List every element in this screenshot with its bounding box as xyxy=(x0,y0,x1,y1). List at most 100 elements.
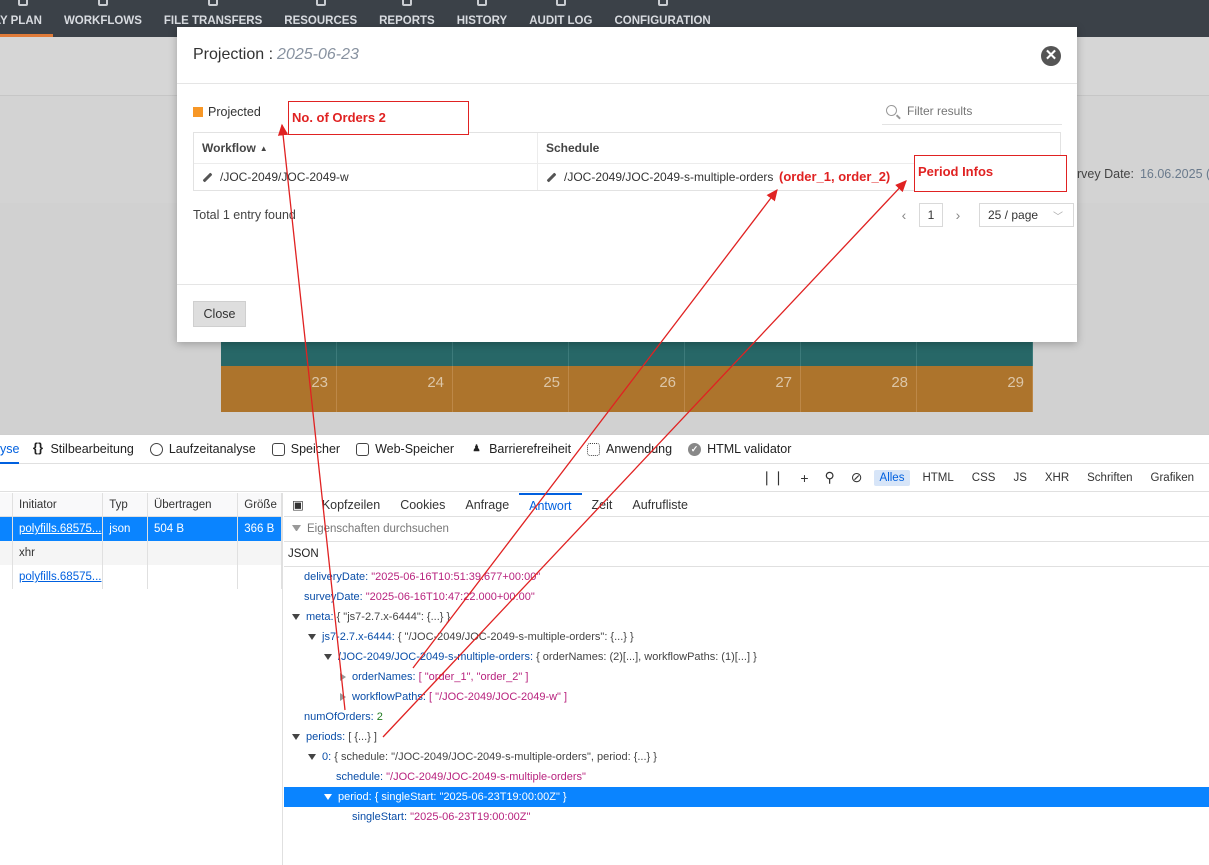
json-line[interactable]: workflowPaths: [ "/JOC-2049/JOC-2049-w" … xyxy=(284,687,1209,707)
filter-css[interactable]: CSS xyxy=(966,470,1002,486)
chevron-down-icon: ﹀ xyxy=(1053,211,1063,223)
column-size[interactable]: Größe xyxy=(238,493,282,516)
tab-network[interactable]: yse xyxy=(0,435,20,464)
tab-cookies[interactable]: Cookies xyxy=(390,493,455,517)
response-tabs: ▣ Kopfzeilen Cookies Anfrage Antwort Zei… xyxy=(284,492,1209,517)
plus-icon[interactable]: + xyxy=(800,470,808,486)
table-row[interactable]: polyfills.68575... json 504 B 366 B xyxy=(0,517,282,541)
annotation-period-infos: Period Infos xyxy=(914,155,1067,192)
calendar-day[interactable]: 28 xyxy=(801,366,917,412)
filter-all[interactable]: Alles xyxy=(873,469,911,486)
tab-request[interactable]: Anfrage xyxy=(455,493,519,517)
json-section-header[interactable]: JSON xyxy=(284,542,1209,567)
calendar-row-days: 23 24 25 26 27 28 29 xyxy=(221,366,1033,412)
modal-header: Projection :2025-06-23 xyxy=(177,27,1077,84)
edit-icon[interactable] xyxy=(546,172,557,182)
close-icon[interactable]: ✕ xyxy=(1041,46,1061,66)
column-transferred[interactable]: Übertragen xyxy=(148,493,239,516)
prev-page-icon[interactable]: ‹ xyxy=(893,207,915,223)
edit-icon[interactable] xyxy=(202,172,213,182)
filter-icon xyxy=(292,524,301,534)
expand-icon[interactable] xyxy=(324,654,332,660)
search-icon[interactable]: ⚲ xyxy=(825,469,835,486)
tab-style-editor[interactable]: {} Stilbearbeitung xyxy=(31,441,134,457)
annotation-order-names: (order_1, order_2) xyxy=(779,169,891,184)
tab-performance[interactable]: Laufzeitanalyse xyxy=(149,442,256,456)
json-line[interactable]: js7-2.7.x-6444: { "/JOC-2049/JOC-2049-s-… xyxy=(284,627,1209,647)
page-number[interactable]: 1 xyxy=(919,203,943,227)
calendar-week: 23 24 25 26 27 28 29 xyxy=(221,342,1033,412)
panel-toggle-icon[interactable]: ▣ xyxy=(284,493,312,517)
calendar-day[interactable]: 27 xyxy=(685,366,801,412)
pause-icon[interactable]: ❘❘ xyxy=(761,469,784,486)
expand-icon[interactable] xyxy=(308,634,316,640)
tab-stack-trace[interactable]: Aufrufliste xyxy=(622,493,698,517)
tab-html-validator[interactable]: ✓ HTML validator xyxy=(688,442,791,456)
filter-fonts[interactable]: Schriften xyxy=(1081,470,1138,486)
expand-icon[interactable] xyxy=(292,614,300,620)
calendar-day[interactable]: 26 xyxy=(569,366,685,412)
json-line[interactable]: singleStart: "2025-06-23T19:00:00Z" xyxy=(284,807,1209,827)
tab-accessibility[interactable]: ♟ Barrierefreiheit xyxy=(470,442,572,456)
json-line[interactable]: meta: { "js7-2.7.x-6444": {...} } xyxy=(284,607,1209,627)
page-size-select[interactable]: 25 / page ﹀ xyxy=(979,203,1074,227)
request-table-header: Initiator Typ Übertragen Größe xyxy=(0,493,282,517)
properties-filter[interactable]: Eigenschaften durchsuchen xyxy=(284,517,1209,542)
calendar-row-header xyxy=(221,342,1033,366)
block-icon[interactable]: ⊘ xyxy=(851,469,863,486)
column-header-workflow[interactable]: Workflow ▲ xyxy=(194,133,538,163)
column-type[interactable]: Typ xyxy=(103,493,148,516)
nav-daily-plan[interactable]: LY PLAN xyxy=(0,0,53,37)
calendar-day[interactable]: 29 xyxy=(917,366,1033,412)
tab-application[interactable]: Anwendung xyxy=(587,442,672,456)
pagination: ‹ 1 › 25 / page ﹀ xyxy=(893,203,1074,227)
tab-memory[interactable]: Speicher xyxy=(271,442,340,456)
calendar-day[interactable]: 25 xyxy=(453,366,569,412)
expand-icon[interactable] xyxy=(308,754,316,760)
json-line[interactable]: /JOC-2049/JOC-2049-s-multiple-orders: { … xyxy=(284,647,1209,667)
json-tree: deliveryDate: "2025-06-16T10:51:39.677+0… xyxy=(284,567,1209,827)
filter-images[interactable]: Grafiken xyxy=(1145,470,1200,486)
json-line[interactable]: 0: { schedule: "/JOC-2049/JOC-2049-s-mul… xyxy=(284,747,1209,767)
table-row[interactable]: xhr xyxy=(0,541,282,565)
grid-icon xyxy=(587,442,601,456)
close-button[interactable]: Close xyxy=(193,301,246,327)
nav-workflows[interactable]: WORKFLOWS xyxy=(53,0,153,37)
workflow-cell[interactable]: /JOC-2049/JOC-2049-w xyxy=(194,164,538,190)
configuration-icon xyxy=(657,0,668,6)
column-initiator[interactable]: Initiator xyxy=(13,493,104,516)
calendar-day[interactable]: 24 xyxy=(337,366,453,412)
reports-icon xyxy=(401,0,412,6)
json-line[interactable]: periods: [ {...} ] xyxy=(284,727,1209,747)
next-page-icon[interactable]: › xyxy=(947,207,969,223)
json-line[interactable]: numOfOrders: 2 xyxy=(284,707,1209,727)
json-line-selected[interactable]: period: { singleStart: "2025-06-23T19:00… xyxy=(284,787,1209,807)
json-line[interactable]: surveyDate: "2025-06-16T10:47:22.000+00:… xyxy=(284,587,1209,607)
calendar-day[interactable]: 23 xyxy=(221,366,337,412)
collapse-icon[interactable] xyxy=(340,673,346,681)
audit-log-icon xyxy=(555,0,566,6)
tab-response[interactable]: Antwort xyxy=(519,492,582,517)
tab-timings[interactable]: Zeit xyxy=(582,493,623,517)
json-line[interactable]: schedule: "/JOC-2049/JOC-2049-s-multiple… xyxy=(284,767,1209,787)
table-row[interactable]: polyfills.68575... xyxy=(0,565,282,589)
devtools-toolbar: yse {} Stilbearbeitung Laufzeitanalyse Sp… xyxy=(0,435,1209,464)
filter-js[interactable]: JS xyxy=(1007,470,1032,486)
response-panel: ▣ Kopfzeilen Cookies Anfrage Antwort Zei… xyxy=(284,492,1209,865)
devtools-filterbar: ❘❘ + ⚲ ⊘ Alles HTML CSS JS XHR Schriften… xyxy=(0,464,1209,492)
filter-input[interactable] xyxy=(907,103,1047,118)
tab-headers[interactable]: Kopfzeilen xyxy=(312,493,390,517)
gauge-icon xyxy=(149,442,163,456)
json-line[interactable]: orderNames: [ "order_1", "order_2" ] xyxy=(284,667,1209,687)
daily-plan-icon xyxy=(18,0,29,6)
expand-icon[interactable] xyxy=(324,794,332,800)
filter-html[interactable]: HTML xyxy=(916,470,959,486)
collapse-icon[interactable] xyxy=(340,693,346,701)
total-entries: Total 1 entry found xyxy=(193,208,296,222)
expand-icon[interactable] xyxy=(292,734,300,740)
filter-xhr[interactable]: XHR xyxy=(1039,470,1075,486)
tab-storage[interactable]: Web-Speicher xyxy=(356,442,454,456)
history-icon xyxy=(476,0,487,6)
json-line[interactable]: deliveryDate: "2025-06-16T10:51:39.677+0… xyxy=(284,567,1209,587)
storage-icon xyxy=(356,442,370,456)
